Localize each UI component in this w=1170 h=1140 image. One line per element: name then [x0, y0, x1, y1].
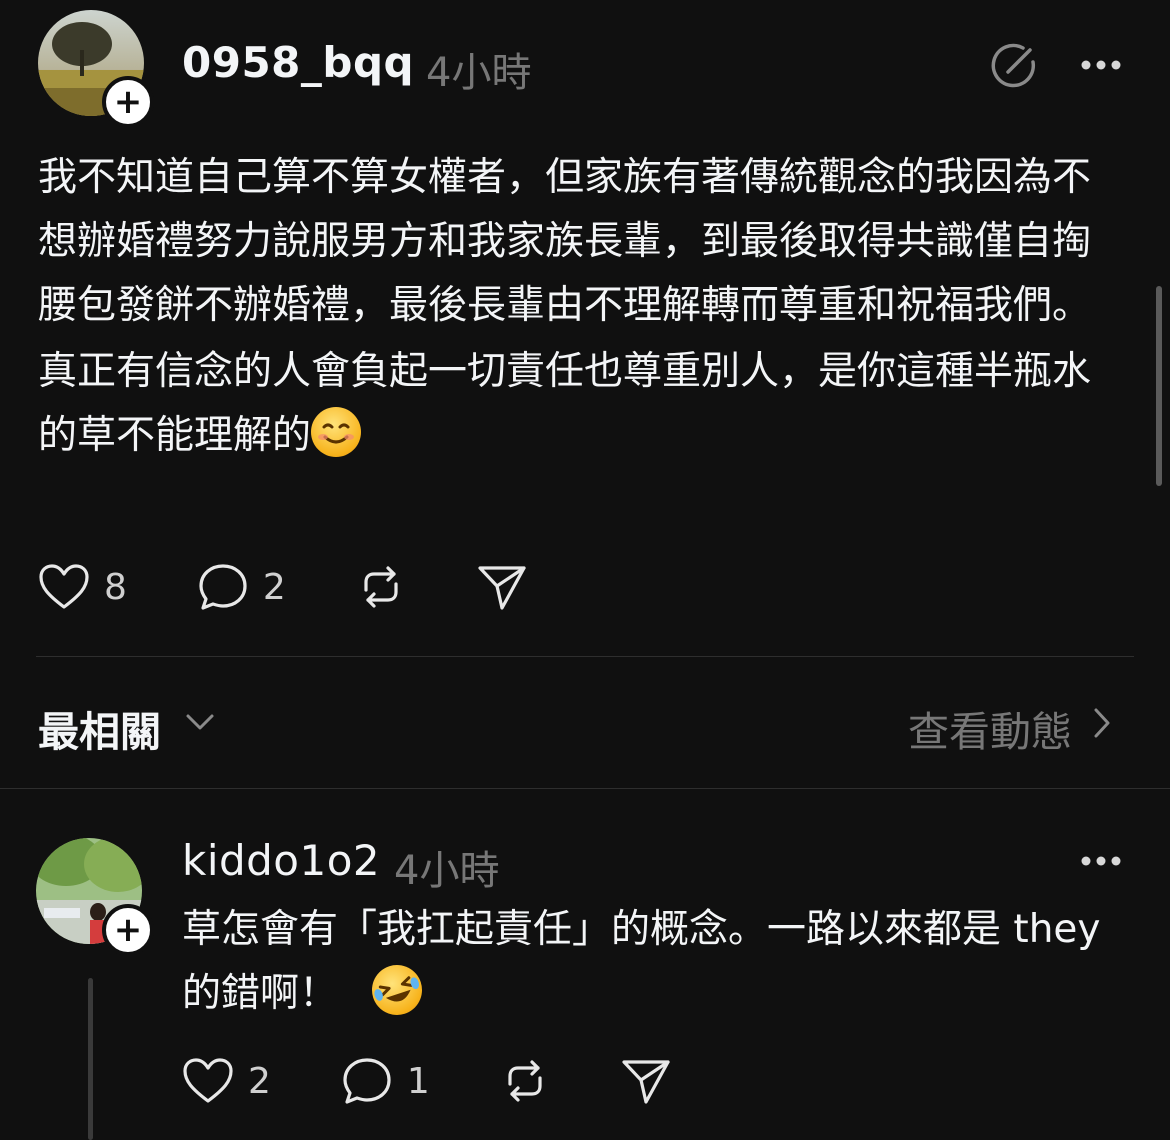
comment-icon — [197, 562, 249, 612]
reply-reply-count: 1 — [406, 1060, 430, 1102]
post-timestamp: 4小時 — [426, 50, 532, 96]
post-paragraph-2: 真正有信念的人會負起一切責任也尊重別人，是你這種半瓶水的草不能理解的 — [38, 340, 1128, 468]
reply-follow-button[interactable]: + — [102, 904, 154, 956]
chevron-right-icon[interactable] — [1090, 706, 1114, 744]
scrollbar[interactable] — [1156, 286, 1162, 486]
reply-content: 草怎會有「我扛起責任」的概念。一路以來都是 they 的錯啊！ — [182, 898, 1122, 1026]
rolling-laughing-icon — [365, 958, 429, 1022]
post-like-count: 8 — [104, 566, 127, 608]
heart-icon — [182, 1057, 234, 1105]
reply-actions: 2 1 — [182, 1056, 742, 1106]
post-more-icon[interactable] — [1080, 56, 1122, 75]
send-icon — [620, 1056, 672, 1106]
post-paragraph-1: 我不知道自己算不算女權者，但家族有著傳統觀念的我因為不想辦婚禮努力說服男方和我家… — [38, 155, 1092, 328]
reply-repost-button[interactable] — [500, 1056, 550, 1106]
reply-text: 草怎會有「我扛起責任」的概念。一路以來都是 they 的錯啊！ — [182, 907, 1101, 1016]
view-activity-link[interactable]: 查看動態 — [908, 698, 1072, 758]
post-divider — [36, 656, 1134, 657]
reply-timestamp: 4小時 — [394, 848, 500, 894]
reply-username[interactable]: kiddo1o2 — [182, 836, 380, 885]
compose-icon[interactable] — [990, 42, 1038, 92]
repost-icon — [356, 562, 406, 612]
reply-like-count: 2 — [248, 1060, 271, 1102]
post-content: 我不知道自己算不算女權者，但家族有著傳統觀念的我因為不想辦婚禮努力說服男方和我家… — [38, 146, 1128, 468]
send-icon — [476, 562, 528, 612]
post-follow-button[interactable]: + — [102, 76, 154, 128]
thread-line — [88, 978, 93, 1140]
heart-icon — [38, 563, 90, 611]
repost-icon — [500, 1056, 550, 1106]
post-reply-count: 2 — [262, 566, 286, 608]
post-actions: 8 2 — [38, 562, 598, 612]
post-repost-button[interactable] — [356, 562, 406, 612]
reply-more-icon[interactable] — [1080, 852, 1122, 871]
post-reply-button[interactable]: 2 — [197, 562, 286, 612]
post-like-button[interactable]: 8 — [38, 563, 127, 611]
sort-dropdown[interactable]: 最相關 — [38, 698, 161, 758]
post-share-button[interactable] — [476, 562, 528, 612]
chevron-down-icon[interactable] — [184, 706, 216, 742]
reply-like-button[interactable]: 2 — [182, 1057, 271, 1105]
section-divider — [0, 788, 1170, 789]
reply-share-button[interactable] — [620, 1056, 672, 1106]
post-paragraph-2-text: 真正有信念的人會負起一切責任也尊重別人，是你這種半瓶水的草不能理解的 — [38, 349, 1092, 458]
post-username[interactable]: 0958_bqq — [182, 38, 414, 87]
smiling-face-icon — [311, 407, 362, 457]
reply-reply-button[interactable]: 1 — [341, 1056, 430, 1106]
comment-icon — [341, 1056, 393, 1106]
